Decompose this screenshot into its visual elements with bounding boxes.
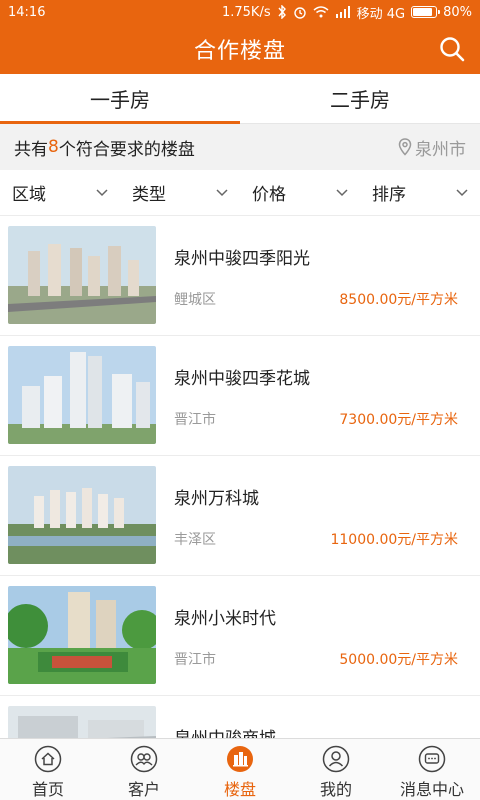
- listing-item[interactable]: 泉州中骏四季阳光 鲤城区 8500.00元/平方米: [0, 216, 480, 336]
- listing-name: 泉州万科城: [174, 489, 259, 509]
- search-icon[interactable]: [438, 35, 466, 63]
- nav-label: 首页: [31, 780, 64, 799]
- listing-photo: [8, 466, 156, 564]
- tab-new-house[interactable]: 一手房: [0, 74, 240, 124]
- listing-info: 泉州万科城 丰泽区 11000.00元/平方米: [156, 466, 480, 565]
- listing-item[interactable]: 泉州中骏商城: [0, 696, 480, 738]
- signal-icon: [335, 6, 350, 18]
- filter-label: 区域: [12, 185, 46, 205]
- listing-name: 泉州中骏商城: [174, 724, 458, 738]
- filter-sort[interactable]: 排序: [360, 170, 480, 215]
- nav-label: 客户: [127, 780, 160, 799]
- chevron-down-icon: [96, 188, 108, 196]
- status-time: 14:16: [8, 4, 46, 20]
- nav-profile[interactable]: 我的: [288, 739, 384, 800]
- profile-icon: [322, 745, 350, 773]
- listing-name: 泉州小米时代: [174, 609, 276, 629]
- listing-meta: 晋江市 7300.00元/平方米: [174, 409, 458, 429]
- location-selector[interactable]: 泉州市: [398, 135, 466, 160]
- filter-label: 类型: [132, 185, 166, 205]
- chevron-down-icon: [456, 188, 468, 196]
- alarm-icon: [293, 7, 306, 19]
- listing-item[interactable]: 泉州中骏四季花城 晋江市 7300.00元/平方米: [0, 336, 480, 456]
- location-label: 泉州市: [415, 139, 466, 160]
- tab-second-hand[interactable]: 二手房: [240, 74, 480, 123]
- result-count: 8: [48, 137, 59, 157]
- status-bar: 14:16 1.75K/s 移动 4G 80%: [0, 0, 480, 24]
- summary-suffix: 个符合要求的楼盘: [58, 139, 195, 160]
- listing-info: 泉州中骏四季花城 晋江市 7300.00元/平方米: [156, 346, 480, 445]
- listing-item[interactable]: 泉州万科城 丰泽区 11000.00元/平方米: [0, 456, 480, 576]
- buildings-icon: [227, 746, 253, 772]
- battery-percent: 80%: [443, 4, 472, 20]
- battery-icon: [411, 6, 441, 18]
- listing-district: 丰泽区: [174, 532, 216, 548]
- listing-price: 7300.00元/平方米: [339, 412, 458, 428]
- listing-info: 泉州中骏四季阳光 鲤城区 8500.00元/平方米: [156, 226, 480, 325]
- listing-info: 泉州中骏商城: [156, 706, 480, 738]
- listing-district: 鲤城区: [174, 292, 216, 308]
- listing-name: 泉州中骏四季阳光: [174, 249, 310, 269]
- listing-district: 晋江市: [174, 412, 216, 428]
- nav-label: 消息中心: [399, 780, 464, 799]
- bluetooth-icon: [278, 5, 286, 19]
- battery-fill: [413, 8, 433, 16]
- bottom-nav: 首页 客户 楼盘 我的 消息中心: [0, 738, 480, 800]
- chevron-down-icon: [216, 188, 228, 196]
- filter-label: 价格: [252, 185, 286, 205]
- listing-district: 晋江市: [174, 652, 216, 668]
- filter-bar: 区域 类型 价格 排序: [0, 170, 480, 216]
- filter-price[interactable]: 价格: [240, 170, 360, 215]
- carrier-label: 移动 4G: [356, 6, 406, 22]
- page-title: 合作楼盘: [193, 39, 286, 64]
- listing-photo: [8, 586, 156, 684]
- result-summary: 共有 8 个符合要求的楼盘 泉州市: [0, 124, 480, 170]
- listing-meta: 丰泽区 11000.00元/平方米: [174, 529, 458, 549]
- filter-label: 排序: [372, 185, 406, 205]
- filter-district[interactable]: 区域: [0, 170, 120, 215]
- filter-type[interactable]: 类型: [120, 170, 240, 215]
- listing-photo: [8, 226, 156, 324]
- chevron-down-icon: [336, 188, 348, 196]
- listing-name: 泉州中骏四季花城: [174, 369, 310, 389]
- listing-meta: 鲤城区 8500.00元/平方米: [174, 289, 458, 309]
- network-speed: 1.75K/s: [221, 4, 271, 20]
- message-icon: [418, 745, 446, 773]
- nav-messages[interactable]: 消息中心: [384, 739, 480, 800]
- app-header: 合作楼盘: [0, 24, 480, 74]
- listing-list: 泉州中骏四季阳光 鲤城区 8500.00元/平方米 泉州中骏四季花城 晋江市 7…: [0, 216, 480, 738]
- location-pin-icon: [398, 138, 412, 156]
- nav-label: 我的: [319, 780, 352, 799]
- listing-photo: [8, 706, 156, 738]
- nav-customers[interactable]: 客户: [96, 739, 192, 800]
- listing-meta: 晋江市 5000.00元/平方米: [174, 649, 458, 669]
- wifi-icon: [313, 6, 329, 18]
- nav-home[interactable]: 首页: [0, 739, 96, 800]
- summary-prefix: 共有: [14, 139, 48, 160]
- status-right: 1.75K/s 移动 4G 80%: [222, 3, 472, 22]
- customers-icon: [130, 745, 158, 773]
- nav-label: 楼盘: [223, 780, 256, 799]
- house-type-tabs: 一手房 二手房: [0, 74, 480, 124]
- listing-price: 5000.00元/平方米: [339, 652, 458, 668]
- home-icon: [34, 745, 62, 773]
- listing-price: 11000.00元/平方米: [330, 532, 458, 548]
- listing-item[interactable]: 泉州小米时代 晋江市 5000.00元/平方米: [0, 576, 480, 696]
- listing-info: 泉州小米时代 晋江市 5000.00元/平方米: [156, 586, 480, 685]
- nav-buildings[interactable]: 楼盘: [192, 739, 288, 800]
- listing-price: 8500.00元/平方米: [339, 292, 458, 308]
- listing-photo: [8, 346, 156, 444]
